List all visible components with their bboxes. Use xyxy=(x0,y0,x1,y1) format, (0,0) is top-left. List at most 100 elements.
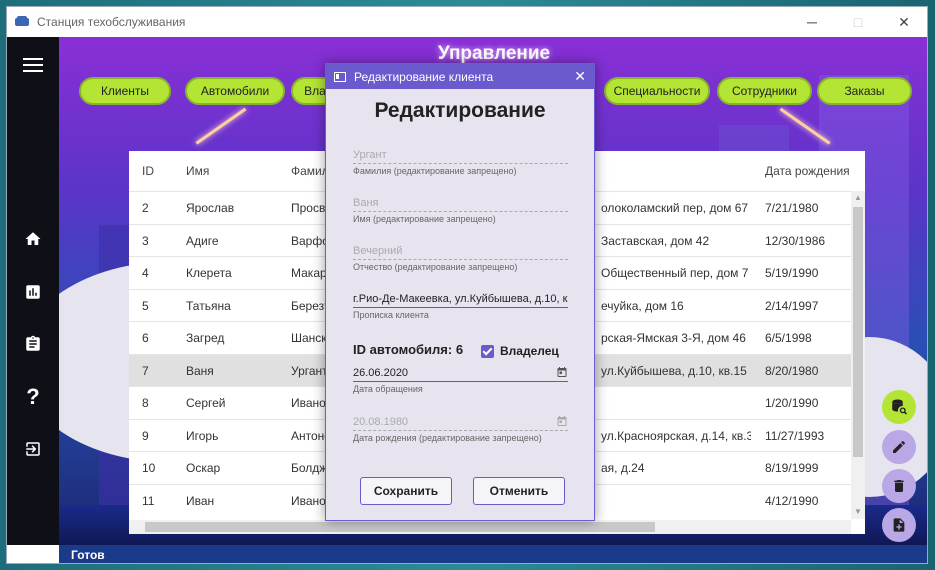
table-cell: ая, д.24 xyxy=(601,461,645,475)
minimize-button[interactable]: ─ xyxy=(789,7,835,37)
patronymic-field: Вечерний Отчество (редактирование запрещ… xyxy=(353,242,568,272)
table-cell: 4/12/1990 xyxy=(765,493,819,508)
table-cell: Сергей xyxy=(186,396,226,410)
street-lamp xyxy=(195,107,247,145)
address-input[interactable]: г.Рио-Де-Макеевка, ул.Куйбышева, д.10, к… xyxy=(353,290,568,308)
column-header-birthdate[interactable]: Дата рождения xyxy=(765,151,850,191)
dialog-title-bar: Редактирование клиента ✕ xyxy=(326,64,594,89)
table-cell: Общественный пер, дом 7 xyxy=(601,266,749,280)
scroll-up-icon[interactable]: ▲ xyxy=(851,191,865,205)
database-search-icon[interactable] xyxy=(882,390,916,424)
window-title: Станция техобслуживания xyxy=(37,15,186,29)
dialog-title: Редактирование клиента xyxy=(354,69,494,84)
table-cell: ул.Куйбышева, д.10, кв.15 xyxy=(601,363,747,378)
request-date-label: Дата обращения xyxy=(353,384,423,394)
tab-specialties[interactable]: Специальности xyxy=(604,77,710,105)
table-cell: рская-Ямская 3-Я, дом 46 xyxy=(601,331,746,345)
app-icon xyxy=(15,16,29,28)
calendar-icon[interactable] xyxy=(556,366,568,378)
page-title: Управление xyxy=(437,43,551,64)
scroll-thumb[interactable] xyxy=(145,522,655,532)
scroll-thumb[interactable] xyxy=(853,207,863,457)
surname-field: Ургант Фамилия (редактирование запрещено… xyxy=(353,146,568,176)
menu-icon[interactable] xyxy=(7,47,59,83)
table-cell: ечуйка, дом 16 xyxy=(601,298,684,313)
request-date-field: 26.06.2020 Дата обращения xyxy=(353,364,568,394)
help-icon[interactable]: ? xyxy=(7,384,59,409)
chart-icon[interactable] xyxy=(7,280,59,304)
name-field: Ваня Имя (редактирование запрещено) xyxy=(353,194,568,224)
title-bar: Станция техобслуживания ─ □ ✕ xyxy=(7,7,927,37)
owner-checkbox[interactable]: Владелец xyxy=(481,344,559,358)
address-label: Прописка клиента xyxy=(353,310,429,320)
table-cell: Клерета xyxy=(186,266,232,280)
table-cell: 5/19/1990 xyxy=(765,266,819,280)
column-header-id[interactable]: ID xyxy=(142,151,154,191)
table-cell: Игорь xyxy=(186,428,219,443)
owner-label: Владелец xyxy=(500,344,559,358)
table-cell: 8 xyxy=(142,396,149,410)
sidebar: ? xyxy=(7,37,59,545)
calendar-icon xyxy=(557,416,567,426)
table-cell: 3 xyxy=(142,233,149,248)
table-cell xyxy=(601,387,751,419)
maximize-button[interactable]: □ xyxy=(835,7,881,37)
tab-employees[interactable]: Сотрудники xyxy=(717,77,812,105)
scroll-down-icon[interactable]: ▼ xyxy=(851,505,865,519)
add-file-icon[interactable] xyxy=(882,508,916,542)
tab-cars[interactable]: Автомобили xyxy=(185,77,285,105)
dialog-close-button[interactable]: ✕ xyxy=(574,68,586,85)
tab-clients[interactable]: Клиенты xyxy=(79,77,171,105)
table-cell: 2 xyxy=(142,201,149,215)
name-label: Имя (редактирование запрещено) xyxy=(353,214,496,224)
save-button[interactable]: Сохранить xyxy=(360,477,452,505)
checkbox-checked-icon[interactable] xyxy=(481,344,494,358)
birth-date-input: 20.08.1980 xyxy=(353,413,568,431)
surname-input: Ургант xyxy=(353,146,568,164)
table-cell: Иван xyxy=(186,493,215,508)
home-icon[interactable] xyxy=(7,227,59,251)
cancel-button[interactable]: Отменить xyxy=(473,477,565,505)
name-input: Ваня xyxy=(353,194,568,212)
dialog-heading: Редактирование xyxy=(374,99,546,122)
table-cell: 7 xyxy=(142,363,149,378)
patronymic-label: Отчество (редактирование запрещено) xyxy=(353,262,518,272)
table-cell: Заставская, дом 42 xyxy=(601,233,710,248)
table-cell: 8/19/1999 xyxy=(765,461,819,475)
request-date-input[interactable]: 26.06.2020 xyxy=(353,364,568,382)
table-cell: Загред xyxy=(186,331,225,345)
table-cell: Ярослав xyxy=(186,201,235,215)
table-cell: 2/14/1997 xyxy=(765,298,819,313)
table-cell: 11 xyxy=(142,493,155,508)
table-cell: 9 xyxy=(142,428,149,443)
vertical-scrollbar[interactable]: ▲ ▼ xyxy=(851,191,865,519)
surname-label: Фамилия (редактирование запрещено) xyxy=(353,166,517,176)
exit-icon[interactable] xyxy=(7,437,59,461)
table-cell: 5 xyxy=(142,298,149,313)
status-bar: Готов xyxy=(59,545,927,563)
table-cell: 11/27/1993 xyxy=(765,428,825,443)
table-cell: 6/5/1998 xyxy=(765,331,812,345)
table-cell: Оскар xyxy=(186,461,221,475)
table-cell: 4 xyxy=(142,266,149,280)
close-button[interactable]: ✕ xyxy=(881,7,927,37)
birth-date-field: 20.08.1980 Дата рождения (редактирование… xyxy=(353,413,568,443)
column-header-name[interactable]: Имя xyxy=(186,151,209,191)
table-cell: 7/21/1980 xyxy=(765,201,819,215)
delete-icon[interactable] xyxy=(882,469,916,503)
window-icon xyxy=(334,71,346,82)
table-cell: 8/20/1980 xyxy=(765,363,819,378)
tab-orders[interactable]: Заказы xyxy=(817,77,912,105)
table-cell: Татьяна xyxy=(186,298,231,313)
edit-icon[interactable] xyxy=(882,430,916,464)
table-cell: ул.Красноярская, д.14, кв.3 xyxy=(601,428,751,443)
table-cell: 10 xyxy=(142,461,156,475)
table-cell: Адиге xyxy=(186,233,219,248)
table-cell: 1/20/1990 xyxy=(765,396,819,410)
clipboard-icon[interactable] xyxy=(7,332,59,356)
edit-client-dialog: Редактирование клиента ✕ Редактирование … xyxy=(325,63,595,521)
table-cell xyxy=(601,485,751,517)
horizontal-scrollbar[interactable] xyxy=(129,520,851,534)
table-cell: олоколамский пер, дом 67 xyxy=(601,201,749,215)
car-id-label: ID автомобиля: 6 xyxy=(353,342,464,357)
